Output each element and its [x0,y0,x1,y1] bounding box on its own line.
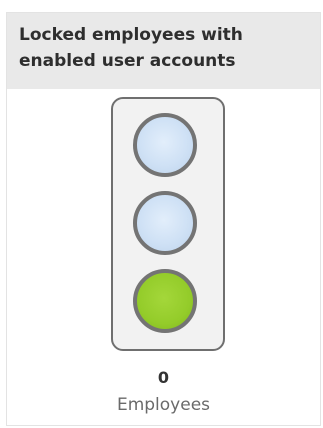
traffic-light-middle-lamp [133,191,197,255]
kpi-unit: Employees [116,395,211,415]
tile-header: Locked employees with enabled user accou… [7,13,320,89]
traffic-light-icon [111,97,225,351]
traffic-light-top-lamp [133,113,197,177]
kpi-tile[interactable]: Locked employees with enabled user accou… [6,12,321,426]
tile-title: Locked employees with enabled user accou… [19,25,243,71]
traffic-light-bottom-lamp [133,269,197,333]
kpi-value: 0 [157,368,170,387]
